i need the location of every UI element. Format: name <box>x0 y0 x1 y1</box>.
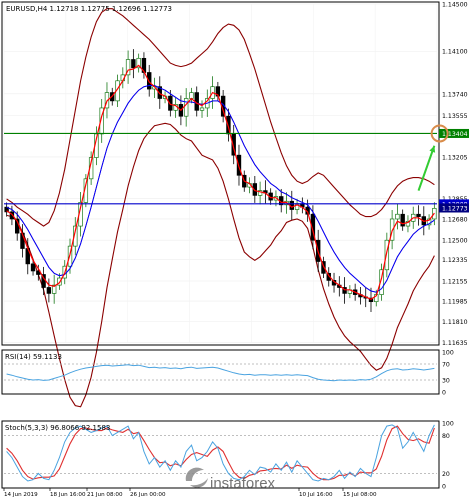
price-tick-label: 1.11810 <box>442 319 468 326</box>
current-price-label: 1.12773 <box>442 205 468 212</box>
price-tick-label: 1.13555 <box>442 113 468 120</box>
price-tick-label: 1.13205 <box>442 154 468 161</box>
bullish-candle <box>395 213 400 220</box>
time-tick-label: 15 Jul 08:00 <box>343 492 377 498</box>
stochastic-tick-label: 80 <box>442 433 450 440</box>
price-tick-label: 1.14500 <box>442 2 468 9</box>
stochastic-tick-label: 20 <box>442 471 450 478</box>
rsi-tick-label: 30 <box>442 378 450 385</box>
rsi-tick-label: 100 <box>442 350 454 357</box>
bearish-candle <box>46 287 52 294</box>
price-tick-label: 1.12335 <box>442 257 468 264</box>
bearish-candle <box>30 263 36 272</box>
time-tick-label: 10 Jul 16:00 <box>299 492 333 498</box>
price-tick-label: 1.12155 <box>442 278 468 285</box>
bearish-candle <box>416 213 421 217</box>
rsi-label: RSI(14) 59.1133 <box>5 353 62 361</box>
watermark-text: instaforex <box>210 475 276 492</box>
rsi-tick-label: 0 <box>442 390 446 397</box>
bearish-candle <box>131 59 136 69</box>
time-tick-label: 18 Jun 16:00 <box>50 492 86 498</box>
bullish-candle <box>183 98 189 117</box>
time-tick-label: 26 Jun 00:00 <box>130 492 166 498</box>
time-tick-label: 21 Jun 08:00 <box>87 492 123 498</box>
stochastic-tick-label: 100 <box>442 421 454 428</box>
price-tick-label: 1.12680 <box>442 216 468 223</box>
price-tick-label: 1.12500 <box>442 238 468 245</box>
price-tick-label: 1.11985 <box>442 299 468 306</box>
rsi-tick-label: 70 <box>442 362 450 369</box>
time-tick-label: 14 Jun 2019 <box>4 492 38 498</box>
stochastic-label: Stoch(5,3,3) 96.8066 92.1583 <box>5 424 110 432</box>
chart-canvas: 1.145001.141001.137401.135551.132051.128… <box>0 0 470 500</box>
bullish-candle <box>189 92 194 99</box>
price-tick-label: 1.13740 <box>442 91 468 98</box>
stochastic-tick-label: 0 <box>442 484 446 491</box>
chart-title: EURUSD,H4 1.12718 1.12775 1.12696 1.1277… <box>6 5 172 13</box>
bullish-candle <box>199 107 205 111</box>
price-tick-label: 1.14100 <box>442 49 468 56</box>
price-tick-label: 1.11635 <box>442 340 468 347</box>
forex-chart-screenshot: 1.14500 1.14100 1.13740 1.13555 1.13205 1.128… <box>0 0 470 500</box>
